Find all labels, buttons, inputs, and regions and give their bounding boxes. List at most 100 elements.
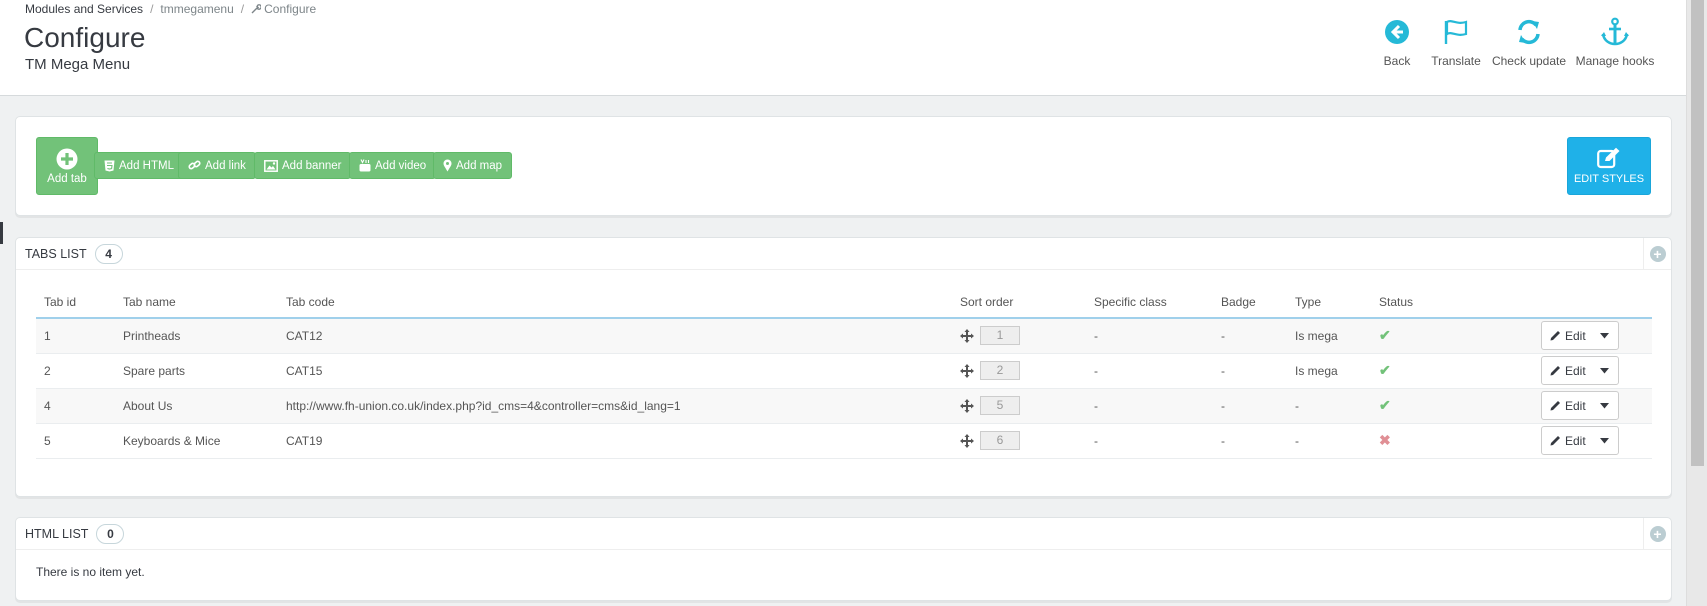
type: Is mega xyxy=(1287,318,1371,354)
add-tab-button[interactable]: Add tab xyxy=(36,137,98,195)
tab-name: Printheads xyxy=(115,318,278,354)
manage-hooks-button[interactable]: Manage hooks xyxy=(1571,16,1659,68)
edit-dropdown-toggle[interactable] xyxy=(1592,392,1618,419)
sort-order-value: 6 xyxy=(980,431,1020,450)
check-update-label: Check update xyxy=(1491,54,1567,68)
html-list-add-icon[interactable]: + xyxy=(1643,518,1671,550)
youtube-icon xyxy=(359,159,371,172)
edit-button-group: Edit xyxy=(1541,426,1619,455)
translate-button[interactable]: Translate xyxy=(1425,16,1487,68)
col-tab-code[interactable]: Tab code xyxy=(278,286,952,319)
actions-panel: Add tab Add HTML Add link Add banner Add… xyxy=(15,116,1672,216)
tabs-table: Tab id Tab name Tab code Sort order Spec… xyxy=(36,286,1652,459)
actions-cell: Edit xyxy=(1493,388,1652,424)
col-badge[interactable]: Badge xyxy=(1213,286,1287,319)
table-row[interactable]: 4 About Us http://www.fh-union.co.uk/ind… xyxy=(36,388,1652,424)
edit-square-icon xyxy=(1597,147,1620,169)
table-row[interactable]: 5 Keyboards & Mice CAT19 6 - - - ✖ Edit xyxy=(36,423,1652,459)
check-icon[interactable]: ✔ xyxy=(1379,362,1391,378)
tab-code: CAT12 xyxy=(278,318,952,354)
breadcrumb-tmmegamenu[interactable]: tmmegamenu xyxy=(160,2,233,16)
cross-icon[interactable]: ✖ xyxy=(1379,432,1391,448)
breadcrumb-configure: Configure xyxy=(264,2,317,16)
edit-styles-button[interactable]: EDIT STYLES xyxy=(1567,137,1651,195)
tab-id: 4 xyxy=(36,388,115,424)
translate-label: Translate xyxy=(1431,54,1481,68)
sort-order-cell: 6 xyxy=(952,423,1086,459)
tabs-list-title: TABS LIST xyxy=(25,246,87,261)
add-video-label: Add video xyxy=(375,159,427,172)
add-video-button[interactable]: Add video xyxy=(349,152,437,179)
add-html-label: Add HTML xyxy=(119,159,174,172)
breadcrumb-separator: / xyxy=(150,2,154,16)
add-map-label: Add map xyxy=(456,159,503,172)
breadcrumb-modules[interactable]: Modules and Services xyxy=(25,2,143,16)
pencil-icon xyxy=(1550,331,1560,341)
page-subtitle: TM Mega Menu xyxy=(25,56,131,73)
specific-class: - xyxy=(1086,353,1213,389)
add-banner-button[interactable]: Add banner xyxy=(254,152,352,179)
edit-button[interactable]: Edit xyxy=(1542,427,1592,454)
table-row[interactable]: 2 Spare parts CAT15 2 - - Is mega ✔ Edit xyxy=(36,353,1652,389)
sort-order-cell: 2 xyxy=(952,353,1086,389)
breadcrumb-separator: / xyxy=(240,2,245,16)
vertical-scrollbar[interactable] xyxy=(1686,0,1707,606)
back-button[interactable]: Back xyxy=(1369,16,1425,68)
plus-circle-icon: + xyxy=(1649,246,1666,262)
type: - xyxy=(1287,423,1371,459)
sort-order-cell: 1 xyxy=(952,318,1086,354)
col-status[interactable]: Status xyxy=(1371,286,1493,319)
status-cell: ✔ xyxy=(1371,353,1493,389)
col-tab-id[interactable]: Tab id xyxy=(36,286,115,319)
plus-circle-icon xyxy=(56,148,78,169)
tabs-list-add-icon[interactable]: + xyxy=(1643,238,1671,270)
tab-code: http://www.fh-union.co.uk/index.php?id_c… xyxy=(278,388,952,424)
pencil-icon xyxy=(1550,401,1560,411)
move-arrows-icon[interactable] xyxy=(960,328,974,343)
specific-class: - xyxy=(1086,388,1213,424)
wrench-icon xyxy=(251,4,262,14)
add-link-label: Add link xyxy=(205,159,246,172)
tab-code: CAT15 xyxy=(278,353,952,389)
tab-name: About Us xyxy=(115,388,278,424)
check-update-button[interactable]: Check update xyxy=(1487,16,1571,68)
tab-id: 1 xyxy=(36,318,115,354)
move-arrows-icon[interactable] xyxy=(960,433,974,448)
add-banner-label: Add banner xyxy=(282,159,342,172)
table-row[interactable]: 1 Printheads CAT12 1 - - Is mega ✔ Edit xyxy=(36,318,1652,354)
add-html-button[interactable]: Add HTML xyxy=(94,152,184,179)
edit-dropdown-toggle[interactable] xyxy=(1592,357,1618,384)
sort-order-value: 1 xyxy=(980,326,1020,346)
scrollbar-thumb[interactable] xyxy=(1691,0,1704,466)
edit-label: Edit xyxy=(1565,363,1586,378)
specific-class: - xyxy=(1086,318,1213,354)
actions-cell: Edit xyxy=(1493,318,1652,354)
edit-button[interactable]: Edit xyxy=(1542,357,1592,384)
add-link-button[interactable]: Add link xyxy=(178,152,256,179)
col-sort-order[interactable]: Sort order xyxy=(952,286,1086,319)
edit-button-group: Edit xyxy=(1541,321,1619,351)
html-list-panel: HTML LIST 0 + There is no item yet. xyxy=(15,517,1672,601)
page-title: Configure xyxy=(24,22,146,53)
check-icon[interactable]: ✔ xyxy=(1379,397,1391,413)
edit-dropdown-toggle[interactable] xyxy=(1592,322,1618,349)
badge: - xyxy=(1213,353,1287,389)
edit-label: Edit xyxy=(1565,433,1586,448)
edit-dropdown-toggle[interactable] xyxy=(1592,427,1618,454)
edit-button[interactable]: Edit xyxy=(1542,392,1592,419)
col-type[interactable]: Type xyxy=(1287,286,1371,319)
edit-label: Edit xyxy=(1565,328,1586,343)
badge: - xyxy=(1213,318,1287,354)
col-specific-class[interactable]: Specific class xyxy=(1086,286,1213,319)
specific-class: - xyxy=(1086,423,1213,459)
check-icon[interactable]: ✔ xyxy=(1379,327,1391,343)
col-tab-name[interactable]: Tab name xyxy=(115,286,278,319)
edit-button[interactable]: Edit xyxy=(1542,322,1592,349)
add-map-button[interactable]: Add map xyxy=(433,152,513,179)
add-tab-label: Add tab xyxy=(47,172,87,185)
move-arrows-icon[interactable] xyxy=(960,363,974,378)
status-cell: ✔ xyxy=(1371,388,1493,424)
html5-icon xyxy=(104,160,115,171)
move-arrows-icon[interactable] xyxy=(960,398,974,413)
caret-down-icon xyxy=(1600,437,1610,443)
